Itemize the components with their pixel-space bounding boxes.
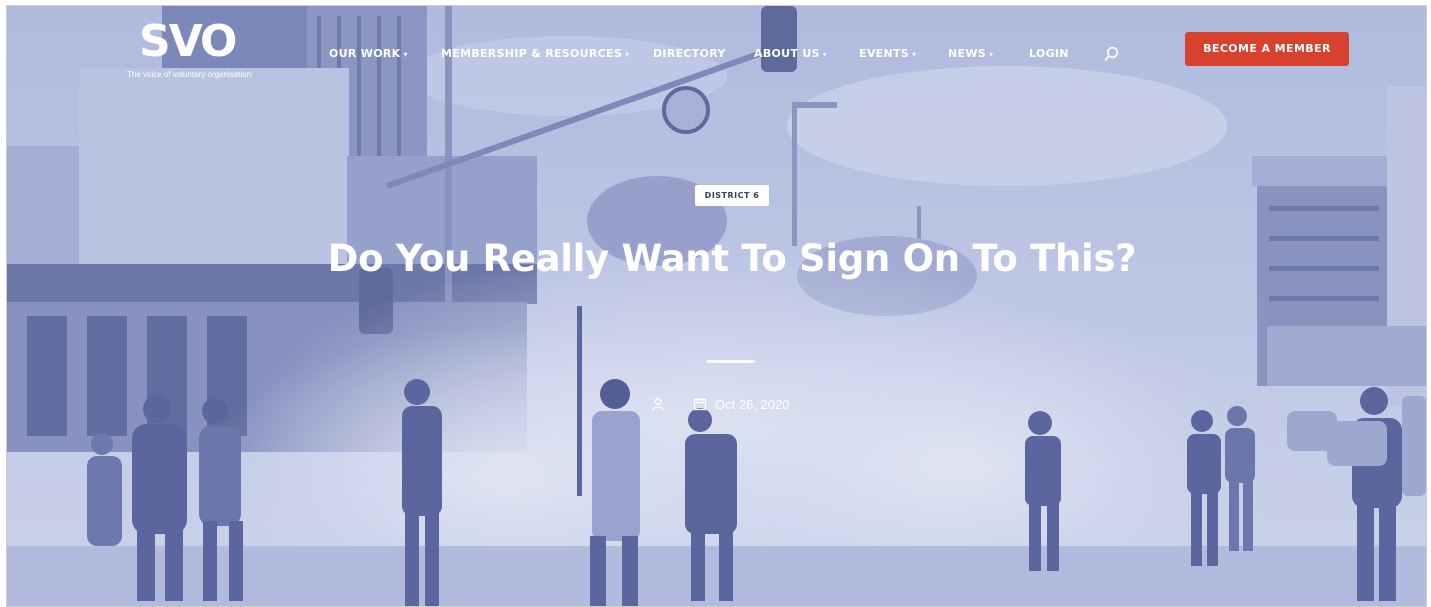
nav-item-our-work[interactable]: OUR WORK ▾ (329, 42, 408, 67)
nav-item-directory[interactable]: DIRECTORY (653, 42, 726, 66)
nav-item-label: DIRECTORY (653, 47, 726, 60)
site-logo[interactable]: SVO The voice of voluntary organisations (127, 18, 252, 84)
browser-frame: SVO The voice of voluntary organisations… (6, 5, 1427, 607)
nav-item-membership-resources[interactable]: MEMBERSHIP & RESOURCES ▾ (441, 42, 629, 67)
hero-section: SVO The voice of voluntary organisations… (7, 6, 1426, 606)
nav-item-label: ABOUT US (754, 47, 820, 60)
search-icon[interactable] (1104, 46, 1120, 62)
user-icon[interactable] (651, 397, 665, 411)
chevron-down-icon: ▾ (988, 50, 994, 59)
nav-item-label: NEWS (948, 47, 986, 60)
nav-item-events[interactable]: EVENTS ▾ (859, 42, 916, 67)
chevron-down-icon: ▾ (911, 50, 917, 59)
chevron-down-icon: ▾ (822, 50, 828, 59)
nav-item-label: OUR WORK (329, 47, 401, 60)
title-divider (707, 360, 755, 363)
nav-item-about-us[interactable]: ABOUT US ▾ (754, 42, 827, 67)
article-date: Oct 26, 2020 (715, 397, 790, 412)
chevron-down-icon: ▾ (625, 50, 630, 59)
nav-item-label: LOGIN (1029, 47, 1069, 60)
nav-item-label: MEMBERSHIP & RESOURCES (441, 47, 623, 60)
nav-item-login[interactable]: LOGIN (1029, 42, 1069, 66)
nav-item-news[interactable]: NEWS ▾ (948, 42, 993, 67)
article-title: Do You Really Want To Sign On To This? (327, 237, 1137, 280)
become-member-button[interactable]: BECOME A MEMBER (1185, 32, 1349, 66)
nav-item-label: EVENTS (859, 47, 909, 60)
calendar-icon (693, 397, 707, 411)
chevron-down-icon: ▾ (403, 50, 408, 59)
hero-background-image (7, 6, 1426, 606)
category-badge[interactable]: DISTRICT 6 (695, 185, 769, 206)
logo-tagline: The voice of voluntary organisations (127, 70, 252, 79)
logo-mark: SVO (139, 16, 237, 67)
